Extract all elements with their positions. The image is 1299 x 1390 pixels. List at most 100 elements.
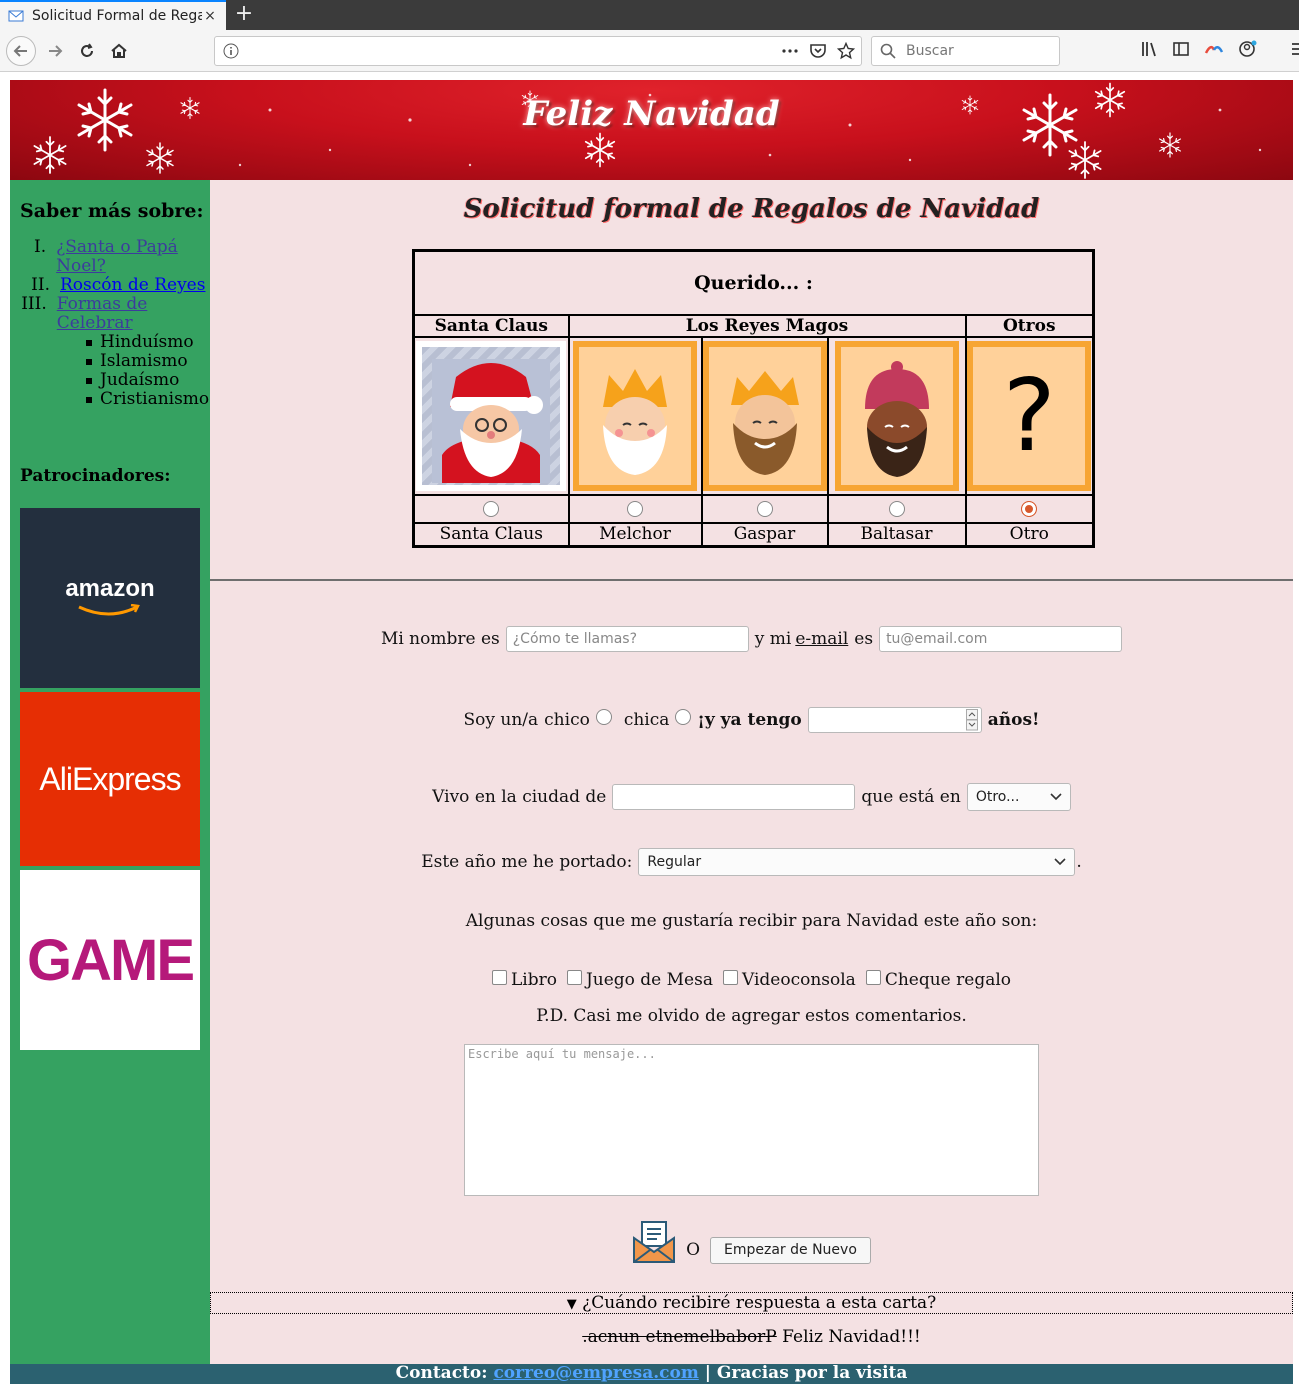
option-label-melchor: Melchor [567,521,703,548]
sidebar-icon[interactable] [1172,40,1190,58]
form-title: Solicitud formal de Regalos de Navidad [463,194,1040,224]
sponsor-aliexpress[interactable]: AliExpress [20,692,200,866]
extension-icon[interactable] [1204,40,1224,58]
link-formas-de-celebrar[interactable]: Formas de Celebrar [57,295,210,333]
table-caption: Querido... : [412,249,1095,316]
radio-otro[interactable] [1021,501,1038,517]
chevron-down-icon [1050,793,1062,801]
melchor-stamp [573,340,697,491]
footer-separator: | [698,1363,717,1383]
city-input[interactable] [612,784,856,810]
chevron-down-icon [1054,858,1066,866]
name-input[interactable]: ¿Cómo te llamas? [505,626,749,652]
list-item: Hinduísmo [86,332,210,352]
footer-thanks: Gracias por la visita [716,1363,908,1383]
list-number: III. [21,294,47,314]
tab-title: Solicitud Formal de Regalos [32,8,202,24]
wish-label-juego-de-mesa: Juego de Mesa [585,970,713,990]
contact-email-link[interactable]: correo@empresa.com [493,1363,698,1383]
aliexpress-logo-text: AliExpress [39,760,181,797]
mail-icon [8,10,24,22]
wishes-row: Libro Juego de Mesa Videoconsola Cheque … [210,969,1293,990]
tab-bar: Solicitud Formal de Regalos × + [0,0,1299,30]
sidebar-list: I. ¿Santa o Papá Noel? II. Roscón de Rey… [20,238,210,409]
santa-stamp-cell [412,335,570,496]
spinner-icon[interactable] [965,709,978,731]
menu-icon[interactable] [1290,40,1299,58]
group-header-santa: Santa Claus [412,313,570,338]
radio-santa-claus[interactable] [483,501,500,517]
account-icon[interactable] [1238,40,1258,58]
link-roscon-de-reyes[interactable]: Roscón de Reyes [60,276,205,295]
main-content: Solicitud formal de Regalos de Navidad Q… [210,180,1293,1364]
envelope-submit-icon[interactable] [632,1220,676,1264]
home-button[interactable] [104,36,134,66]
footer: Contacto: correo@empresa.com | Gracias p… [10,1364,1293,1384]
banner-title: Feliz Navidad [523,94,780,134]
home-icon [111,43,127,58]
radio-melchor[interactable] [627,501,643,517]
list-item: Cristianismo [86,390,210,409]
forward-button[interactable] [40,36,70,66]
checkbox-juego-de-mesa[interactable] [566,969,582,985]
divider [210,579,1293,581]
back-button[interactable] [6,36,36,66]
sponsor-amazon[interactable]: amazon [20,508,200,688]
checkbox-libro[interactable] [491,969,507,985]
list-item-label: Hinduísmo [100,332,194,352]
behaviour-select-value: Regular [647,854,702,870]
list-item: Judaísmo [86,371,210,390]
closing-text: Feliz Navidad!!! [776,1327,921,1347]
age-label: ¡y ya tengo [697,710,802,730]
new-tab-button[interactable]: + [232,2,256,28]
game-logo-text: GAME [27,927,195,993]
checkbox-cheque-regalo[interactable] [865,969,881,985]
email-label-prefix: y mi [754,629,792,649]
checkbox-videoconsola[interactable] [722,969,738,985]
navigation-bar: Buscar [0,30,1299,72]
radio-chico[interactable] [595,709,612,725]
country-label: que está en [861,787,961,807]
radio-baltasar[interactable] [888,501,905,517]
reload-button[interactable] [72,36,102,66]
url-bar[interactable] [214,36,862,66]
option-label-gaspar: Gaspar [700,521,829,548]
otro-stamp-cell: ? [964,335,1095,496]
bookmark-star-icon[interactable] [837,42,855,60]
gaspar-stamp [702,340,827,491]
link-santa-papa-noel[interactable]: ¿Santa o Papá Noel? [56,238,210,276]
radio-gaspar[interactable] [756,501,773,517]
sidebar-item-santa: I. ¿Santa o Papá Noel? [20,238,210,276]
email-input[interactable]: tu@email.com [879,626,1123,652]
list-item: Islamismo [86,352,210,371]
arrow-left-icon [13,45,27,57]
reply-details[interactable]: ▼ ¿Cuándo recibiré respuesta a esta cart… [210,1292,1293,1314]
active-tab[interactable]: Solicitud Formal de Regalos × [0,0,226,30]
library-icon[interactable] [1140,40,1158,58]
radio-cell [412,493,570,524]
comments-textarea[interactable]: Escribe aquí tu mensaje... [464,1044,1039,1196]
arrow-right-icon [49,45,63,57]
behaviour-select[interactable]: Regular [638,848,1076,876]
radio-chica[interactable] [675,709,692,725]
sidebar-heading: Saber más sobre: [20,200,204,222]
baltasar-king-icon [864,360,929,477]
comments-label: P.D. Casi me olvido de agregar estos com… [536,1006,967,1026]
city-row: Vivo en la ciudad de que está en Otro... [210,783,1293,811]
option-label-otro: Otro [964,521,1095,548]
country-select[interactable]: Otro... [966,783,1071,811]
email-abbr: e-mail [795,629,849,649]
reset-button[interactable]: Empezar de Nuevo [710,1237,871,1264]
sidebar-item-roscon: II. Roscón de Reyes [20,276,210,295]
behaviour-label: Este año me he portado: [421,852,633,872]
country-select-value: Otro... [975,789,1020,805]
radio-cell [700,493,829,524]
age-input[interactable] [807,707,982,733]
close-tab-icon[interactable]: × [202,8,218,24]
info-icon[interactable] [223,43,239,59]
more-actions-icon[interactable] [781,43,799,59]
option-label-baltasar: Baltasar [826,521,967,548]
search-bar[interactable]: Buscar [871,36,1060,66]
pocket-icon[interactable] [809,42,827,60]
sponsor-game[interactable]: GAME [20,870,200,1050]
